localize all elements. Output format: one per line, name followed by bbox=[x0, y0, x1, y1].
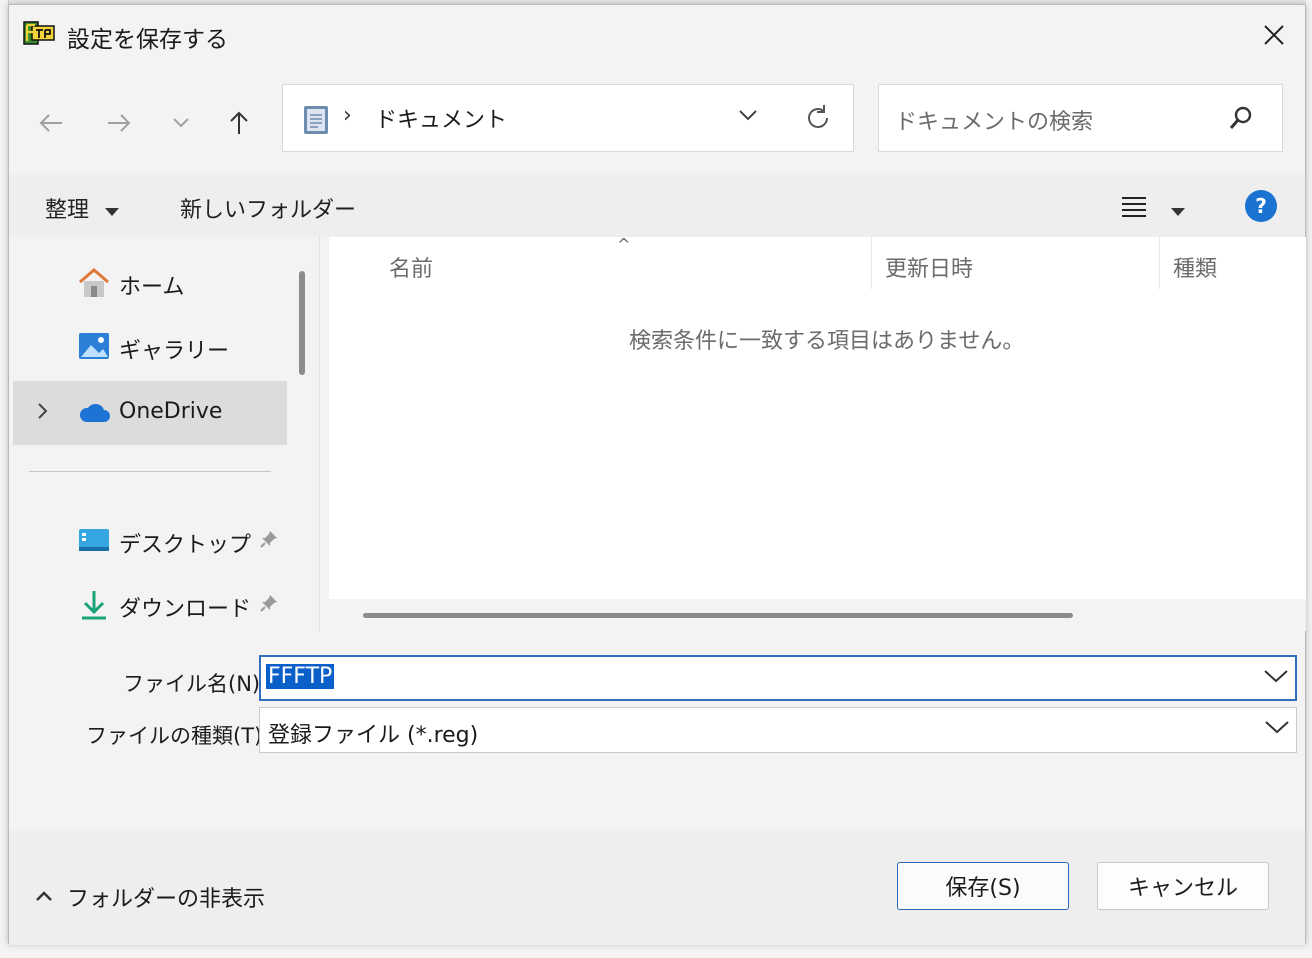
chevron-up-icon[interactable] bbox=[35, 887, 53, 906]
pane-splitter[interactable] bbox=[319, 237, 320, 631]
filename-label: ファイル名(N): bbox=[123, 672, 268, 696]
chevron-down-icon bbox=[1264, 670, 1288, 683]
command-bar: 整理 新しいフォルダー ? bbox=[9, 175, 1305, 237]
sidebar-divider bbox=[29, 471, 271, 472]
sidebar-scrollbar[interactable] bbox=[299, 271, 305, 375]
dialog-footer: フォルダーの非表示 保存(S) キャンセル bbox=[9, 831, 1305, 945]
pin-icon bbox=[259, 593, 279, 617]
file-list: ^ 名前 更新日時 種類 検索条件に一致する項目はありません。 bbox=[329, 235, 1306, 631]
horizontal-scrollbar[interactable] bbox=[329, 599, 1306, 631]
refresh-button[interactable] bbox=[803, 103, 833, 137]
sidebar-item-home[interactable]: ホーム bbox=[13, 251, 287, 315]
arrow-up-icon bbox=[230, 111, 248, 134]
title-bar: 設定を保存する bbox=[9, 5, 1305, 65]
document-icon bbox=[303, 105, 329, 135]
caret-down-icon[interactable] bbox=[1171, 202, 1185, 221]
background-window-bottom bbox=[0, 944, 1312, 958]
column-header-type[interactable]: 種類 bbox=[1160, 237, 1306, 289]
empty-message: 検索条件に一致する項目はありません。 bbox=[629, 329, 1025, 354]
navigation-bar: › ドキュメント ドキュメントの検索 bbox=[9, 65, 1305, 175]
close-icon bbox=[1264, 25, 1284, 45]
column-header-name[interactable]: 名前 bbox=[329, 237, 871, 289]
refresh-icon bbox=[808, 105, 828, 128]
back-button[interactable] bbox=[31, 103, 71, 143]
address-history-button[interactable] bbox=[738, 107, 758, 126]
up-button[interactable] bbox=[219, 103, 259, 143]
hide-folders-button[interactable]: フォルダーの非表示 bbox=[67, 881, 265, 913]
help-button[interactable]: ? bbox=[1245, 190, 1277, 222]
sidebar-item-label: ギャラリー bbox=[119, 339, 230, 364]
filetype-select[interactable]: 登録ファイル (*.reg) bbox=[259, 707, 1297, 753]
address-location[interactable]: ドキュメント bbox=[375, 102, 507, 134]
sidebar-item-label: ホーム bbox=[119, 275, 185, 300]
column-header-label: 種類 bbox=[1173, 257, 1218, 282]
sidebar-item-desktop[interactable]: デスクトップ bbox=[13, 509, 287, 573]
view-options-button[interactable] bbox=[1121, 195, 1147, 221]
sidebar-item-gallery[interactable]: ギャラリー bbox=[13, 315, 287, 379]
recent-locations-button[interactable] bbox=[161, 103, 201, 143]
background-window-right bbox=[1306, 0, 1312, 958]
chevron-down-icon bbox=[1265, 721, 1289, 734]
save-form: ファイル名(N): FFFTP ファイルの種類(T): 登録ファイル (*.re… bbox=[9, 631, 1305, 831]
caret-down-icon[interactable] bbox=[105, 202, 119, 221]
forward-button[interactable] bbox=[99, 103, 139, 143]
search-box[interactable]: ドキュメントの検索 bbox=[878, 84, 1283, 152]
column-header-label: 名前 bbox=[389, 257, 434, 282]
organize-button[interactable]: 整理 bbox=[45, 192, 89, 224]
pin-icon bbox=[259, 529, 279, 553]
search-icon[interactable] bbox=[1228, 105, 1254, 135]
gallery-icon bbox=[77, 331, 111, 363]
fftp-app-icon bbox=[23, 19, 55, 47]
navigation-pane: ホーム ギャラリー OneDrive デスクトップ ダウンロード bbox=[9, 237, 320, 631]
expand-chevron-icon[interactable] bbox=[37, 401, 49, 425]
close-button[interactable] bbox=[1243, 5, 1305, 65]
chevron-down-icon bbox=[173, 118, 189, 128]
sidebar-item-label: ダウンロード bbox=[119, 597, 252, 622]
save-button[interactable]: 保存(S) bbox=[897, 862, 1069, 910]
new-folder-button[interactable]: 新しいフォルダー bbox=[180, 192, 356, 224]
breadcrumb-separator: › bbox=[343, 103, 352, 128]
home-icon bbox=[77, 267, 111, 299]
cloud-icon bbox=[77, 397, 111, 429]
list-view-icon bbox=[1122, 197, 1146, 217]
address-bar[interactable]: › ドキュメント bbox=[282, 84, 854, 152]
dialog-title: 設定を保存する bbox=[67, 27, 228, 53]
sidebar-item-downloads[interactable]: ダウンロード bbox=[13, 573, 287, 637]
column-header-modified[interactable]: 更新日時 bbox=[872, 237, 1159, 289]
chevron-down-icon bbox=[739, 110, 757, 121]
filename-value[interactable]: FFFTP bbox=[266, 664, 335, 689]
scrollbar-thumb[interactable] bbox=[363, 613, 1073, 618]
filetype-value: 登録ファイル (*.reg) bbox=[268, 723, 479, 748]
arrow-right-icon bbox=[108, 114, 131, 132]
cancel-button[interactable]: キャンセル bbox=[1097, 862, 1269, 910]
column-header-label: 更新日時 bbox=[885, 257, 974, 282]
filename-dropdown-button[interactable] bbox=[1263, 668, 1289, 688]
sidebar-item-label: OneDrive bbox=[119, 399, 223, 424]
arrow-left-icon bbox=[39, 114, 62, 132]
save-settings-dialog: 設定を保存する › ドキュメント ドキュメントの検索 整理 新しいフォルダー ?… bbox=[8, 4, 1306, 945]
sidebar-item-onedrive[interactable]: OneDrive bbox=[13, 381, 287, 445]
filetype-dropdown-button[interactable] bbox=[1264, 719, 1290, 739]
download-icon bbox=[77, 589, 111, 621]
desktop-icon bbox=[77, 525, 111, 557]
sidebar-item-label: デスクトップ bbox=[119, 533, 252, 558]
filename-field[interactable]: FFFTP bbox=[259, 655, 1297, 701]
search-input[interactable]: ドキュメントの検索 bbox=[895, 104, 1093, 136]
filetype-label: ファイルの種類(T): bbox=[86, 724, 270, 748]
